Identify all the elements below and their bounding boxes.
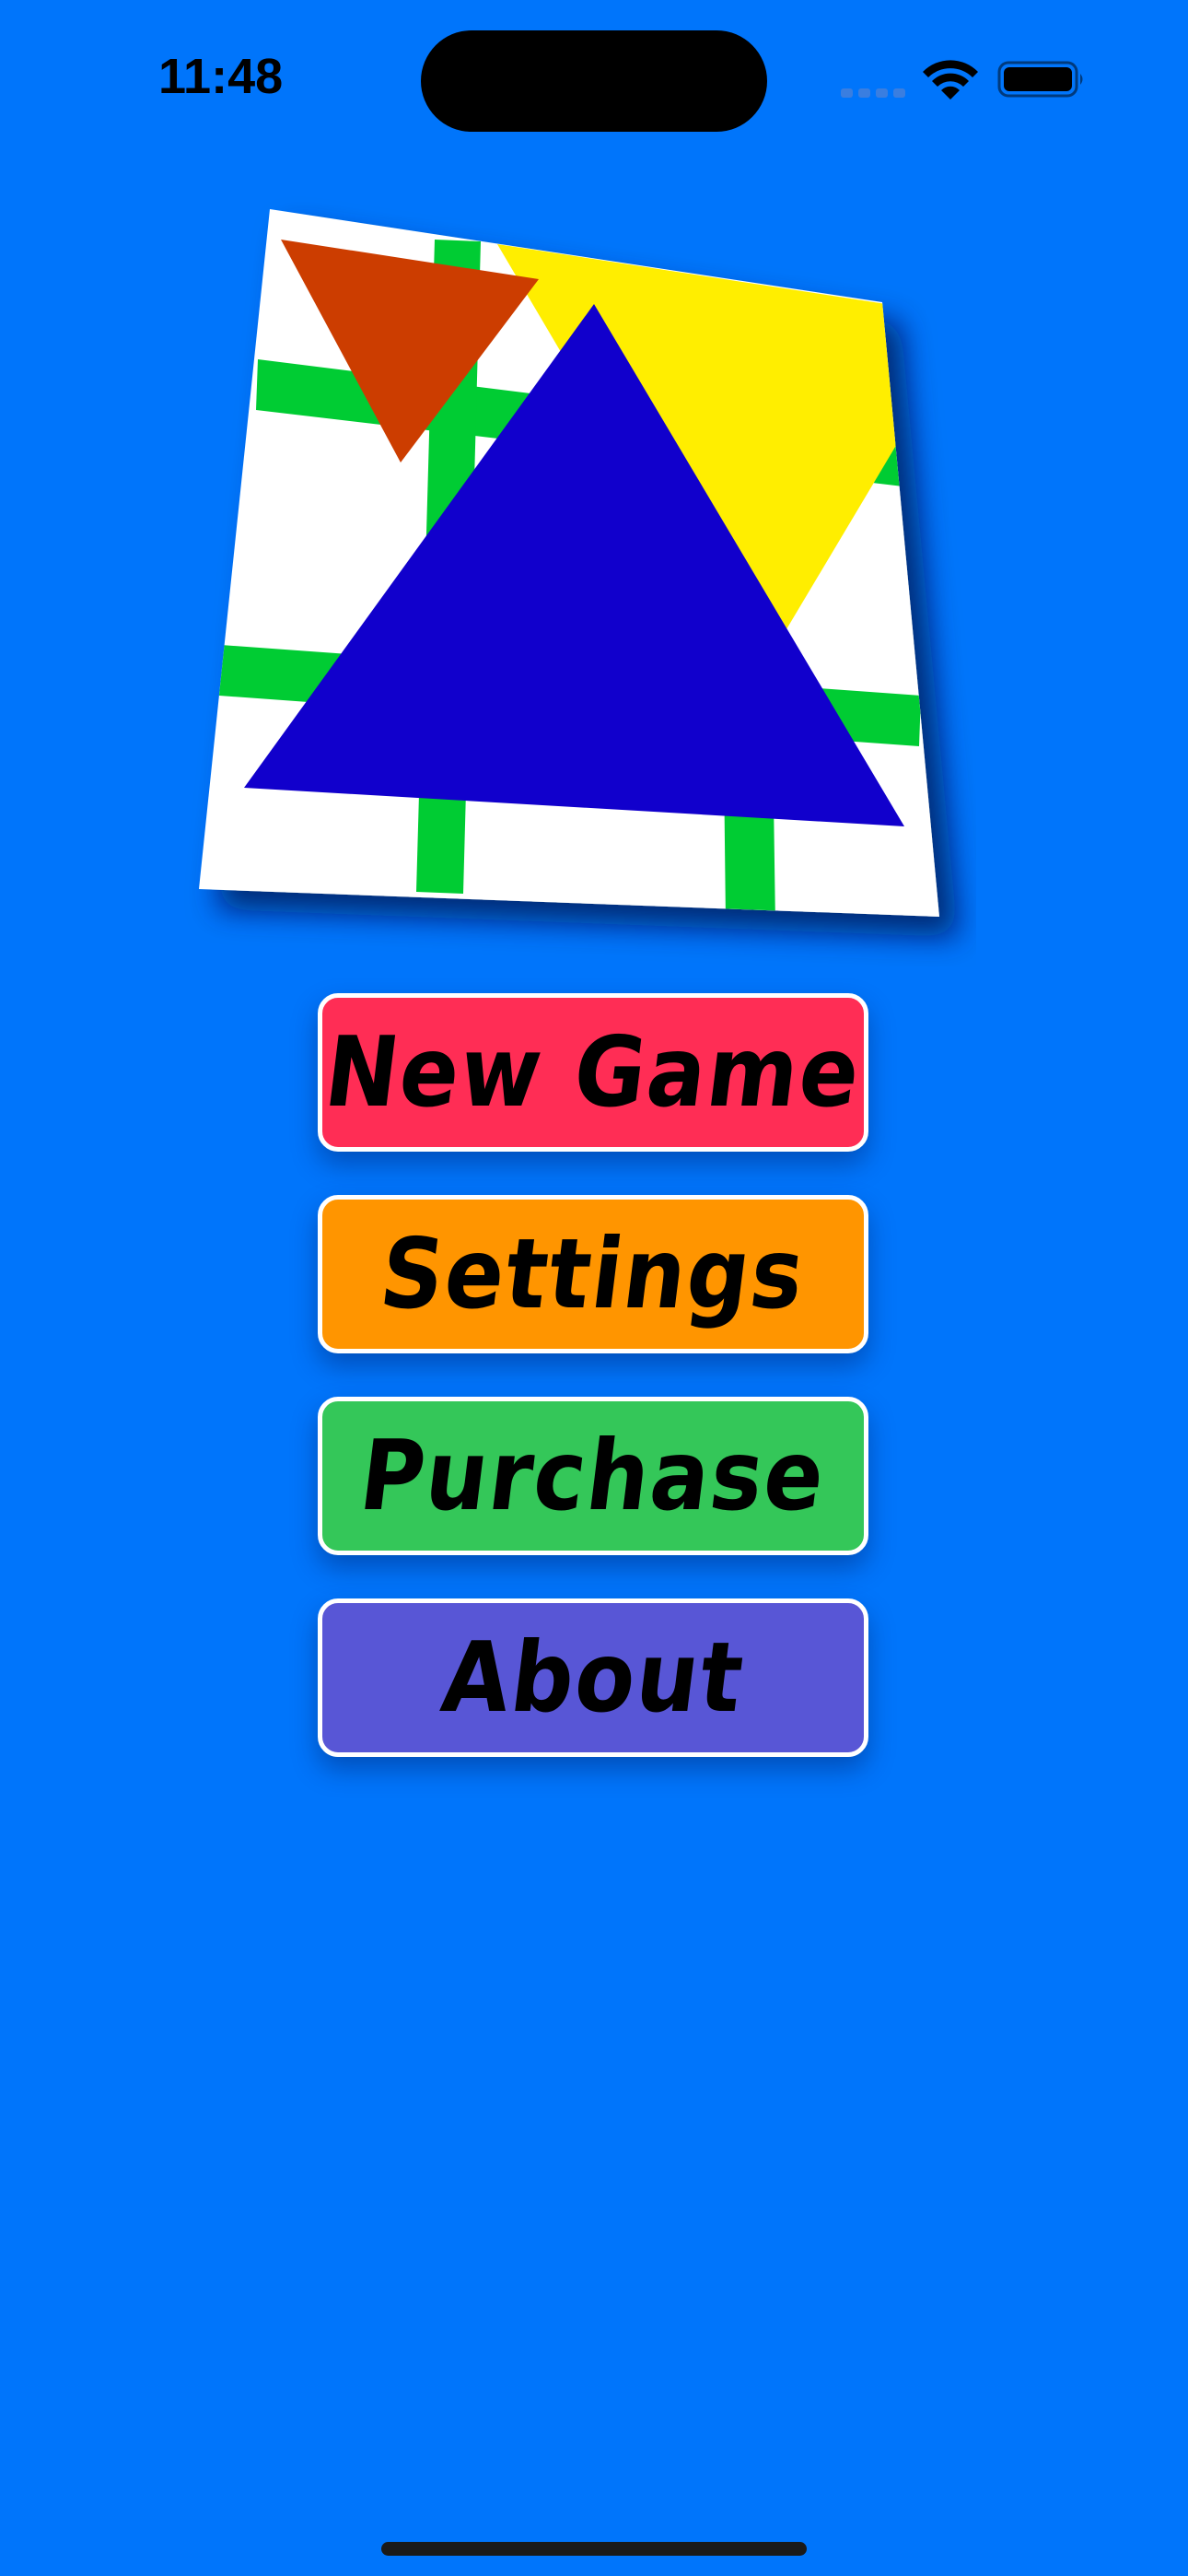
new-game-button[interactable]: New Game xyxy=(318,993,868,1152)
wifi-icon xyxy=(923,60,978,100)
purchase-button[interactable]: Purchase xyxy=(318,1397,868,1555)
dynamic-island xyxy=(421,30,767,132)
about-button[interactable]: About xyxy=(318,1598,868,1757)
cellular-signal-icon xyxy=(841,88,905,98)
battery-icon xyxy=(997,61,1083,98)
settings-label: Settings xyxy=(374,1217,812,1331)
purchase-label: Purchase xyxy=(354,1419,833,1533)
triangles-grid-logo xyxy=(199,209,939,917)
about-label: About xyxy=(436,1621,751,1735)
status-time: 11:48 xyxy=(158,49,284,104)
settings-button[interactable]: Settings xyxy=(318,1195,868,1353)
new-game-label: New Game xyxy=(319,1015,868,1130)
home-indicator[interactable] xyxy=(381,2542,807,2556)
